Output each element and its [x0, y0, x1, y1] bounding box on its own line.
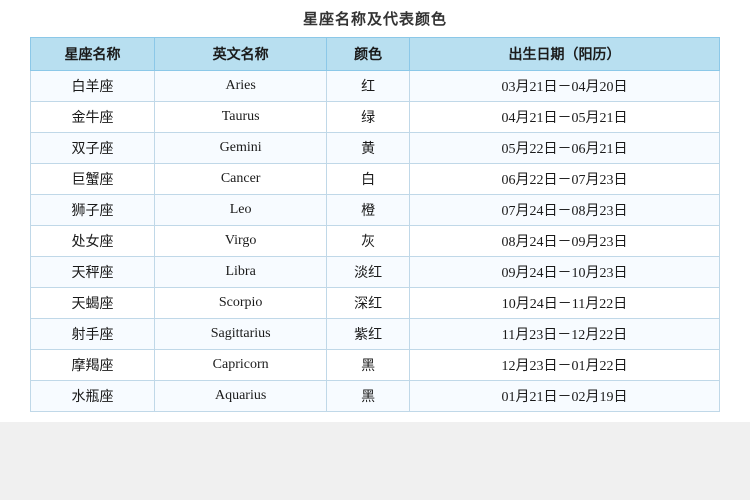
- header-color: 颜色: [327, 38, 410, 71]
- cell-color: 深红: [327, 288, 410, 319]
- cell-zh: 天秤座: [31, 257, 155, 288]
- cell-en: Sagittarius: [155, 319, 327, 350]
- cell-date: 07月24日－08月23日: [409, 195, 719, 226]
- table-row: 狮子座Leo橙07月24日－08月23日: [31, 195, 720, 226]
- cell-color: 白: [327, 164, 410, 195]
- table-header-row: 星座名称 英文名称 颜色 出生日期（阳历）: [31, 38, 720, 71]
- cell-color: 黑: [327, 381, 410, 412]
- cell-date: 01月21日－02月19日: [409, 381, 719, 412]
- cell-en: Taurus: [155, 102, 327, 133]
- cell-en: Virgo: [155, 226, 327, 257]
- cell-date: 03月21日－04月20日: [409, 71, 719, 102]
- cell-zh: 水瓶座: [31, 381, 155, 412]
- cell-date: 09月24日－10月23日: [409, 257, 719, 288]
- cell-zh: 狮子座: [31, 195, 155, 226]
- cell-date: 04月21日－05月21日: [409, 102, 719, 133]
- cell-date: 10月24日－11月22日: [409, 288, 719, 319]
- cell-color: 淡红: [327, 257, 410, 288]
- zodiac-table: 星座名称 英文名称 颜色 出生日期（阳历） 白羊座Aries红03月21日－04…: [30, 37, 720, 412]
- table-row: 天蝎座Scorpio深红10月24日－11月22日: [31, 288, 720, 319]
- table-row: 水瓶座Aquarius黑01月21日－02月19日: [31, 381, 720, 412]
- table-row: 摩羯座Capricorn黑12月23日－01月22日: [31, 350, 720, 381]
- cell-zh: 白羊座: [31, 71, 155, 102]
- cell-en: Cancer: [155, 164, 327, 195]
- table-row: 白羊座Aries红03月21日－04月20日: [31, 71, 720, 102]
- cell-zh: 巨蟹座: [31, 164, 155, 195]
- cell-zh: 金牛座: [31, 102, 155, 133]
- cell-date: 05月22日－06月21日: [409, 133, 719, 164]
- cell-en: Leo: [155, 195, 327, 226]
- cell-color: 紫红: [327, 319, 410, 350]
- table-row: 天秤座Libra淡红09月24日－10月23日: [31, 257, 720, 288]
- cell-zh: 天蝎座: [31, 288, 155, 319]
- cell-color: 黑: [327, 350, 410, 381]
- header-date: 出生日期（阳历）: [409, 38, 719, 71]
- cell-en: Capricorn: [155, 350, 327, 381]
- cell-zh: 摩羯座: [31, 350, 155, 381]
- cell-color: 橙: [327, 195, 410, 226]
- cell-en: Gemini: [155, 133, 327, 164]
- cell-color: 黄: [327, 133, 410, 164]
- page-title: 星座名称及代表颜色: [30, 8, 720, 29]
- cell-en: Aries: [155, 71, 327, 102]
- cell-zh: 处女座: [31, 226, 155, 257]
- cell-zh: 双子座: [31, 133, 155, 164]
- cell-date: 11月23日－12月22日: [409, 319, 719, 350]
- table-row: 金牛座Taurus绿04月21日－05月21日: [31, 102, 720, 133]
- header-zh: 星座名称: [31, 38, 155, 71]
- cell-en: Scorpio: [155, 288, 327, 319]
- cell-color: 灰: [327, 226, 410, 257]
- header-en: 英文名称: [155, 38, 327, 71]
- page-wrapper: 星座名称及代表颜色 星座名称 英文名称 颜色 出生日期（阳历） 白羊座Aries…: [0, 0, 750, 422]
- cell-zh: 射手座: [31, 319, 155, 350]
- cell-en: Libra: [155, 257, 327, 288]
- table-row: 处女座Virgo灰08月24日－09月23日: [31, 226, 720, 257]
- cell-en: Aquarius: [155, 381, 327, 412]
- table-row: 巨蟹座Cancer白06月22日－07月23日: [31, 164, 720, 195]
- cell-color: 红: [327, 71, 410, 102]
- table-row: 双子座Gemini黄05月22日－06月21日: [31, 133, 720, 164]
- table-row: 射手座Sagittarius紫红11月23日－12月22日: [31, 319, 720, 350]
- cell-color: 绿: [327, 102, 410, 133]
- cell-date: 06月22日－07月23日: [409, 164, 719, 195]
- cell-date: 08月24日－09月23日: [409, 226, 719, 257]
- cell-date: 12月23日－01月22日: [409, 350, 719, 381]
